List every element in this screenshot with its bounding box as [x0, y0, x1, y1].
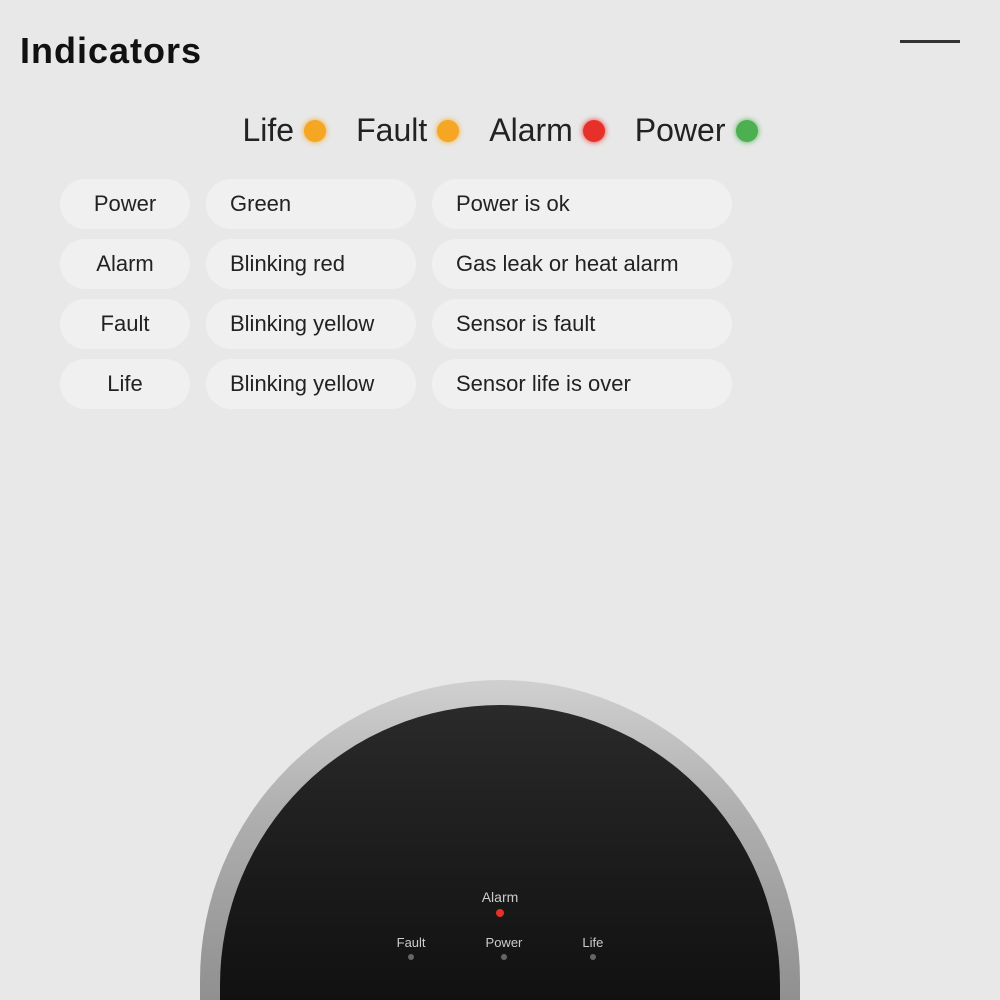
device-alarm-dot [496, 909, 504, 917]
device-section: Alarm Fault Power Life [150, 630, 850, 1000]
header-line [900, 40, 960, 43]
alarm-indicator-group: Alarm [482, 889, 519, 927]
device-life-group: Life [582, 935, 603, 960]
indicator-fault: Fault [356, 112, 459, 149]
row1-col2: Green [206, 179, 416, 229]
indicators-row: Life Fault Alarm Power [0, 82, 1000, 169]
power-label: Power [635, 112, 726, 149]
fault-label: Fault [356, 112, 427, 149]
row2-col3: Gas leak or heat alarm [432, 239, 732, 289]
row3-col1: Fault [60, 299, 190, 349]
table-row: Alarm Blinking red Gas leak or heat alar… [60, 239, 940, 289]
device-fault-group: Fault [397, 935, 426, 960]
device-bottom-labels: Fault Power Life [397, 935, 604, 960]
row4-col3: Sensor life is over [432, 359, 732, 409]
row2-col2: Blinking red [206, 239, 416, 289]
page-title: Indicators [20, 30, 202, 72]
table-row: Life Blinking yellow Sensor life is over [60, 359, 940, 409]
power-led [736, 120, 758, 142]
alarm-label: Alarm [489, 112, 573, 149]
indicator-alarm: Alarm [489, 112, 605, 149]
table-row: Fault Blinking yellow Sensor is fault [60, 299, 940, 349]
row3-col3: Sensor is fault [432, 299, 732, 349]
device-power-group: Power [486, 935, 523, 960]
device-alarm-label: Alarm [482, 889, 519, 905]
alarm-led [583, 120, 605, 142]
row4-col1: Life [60, 359, 190, 409]
header: Indicators [0, 0, 1000, 82]
row3-col2: Blinking yellow [206, 299, 416, 349]
indicator-life: Life [243, 112, 327, 149]
device-life-dot [590, 954, 596, 960]
device-power-dot [501, 954, 507, 960]
device-fault-dot [408, 954, 414, 960]
row2-col1: Alarm [60, 239, 190, 289]
device-inner: Alarm Fault Power Life [220, 705, 780, 1000]
indicator-power: Power [635, 112, 758, 149]
device-outer: Alarm Fault Power Life [200, 680, 800, 1000]
life-label: Life [243, 112, 295, 149]
table-section: Power Green Power is ok Alarm Blinking r… [0, 169, 1000, 439]
table-row: Power Green Power is ok [60, 179, 940, 229]
row1-col3: Power is ok [432, 179, 732, 229]
row4-col2: Blinking yellow [206, 359, 416, 409]
page-container: Indicators Life Fault Alarm Power Power … [0, 0, 1000, 1000]
device-power-label: Power [486, 935, 523, 950]
device-life-label: Life [582, 935, 603, 950]
row1-col1: Power [60, 179, 190, 229]
life-led [304, 120, 326, 142]
device-fault-label: Fault [397, 935, 426, 950]
fault-led [437, 120, 459, 142]
